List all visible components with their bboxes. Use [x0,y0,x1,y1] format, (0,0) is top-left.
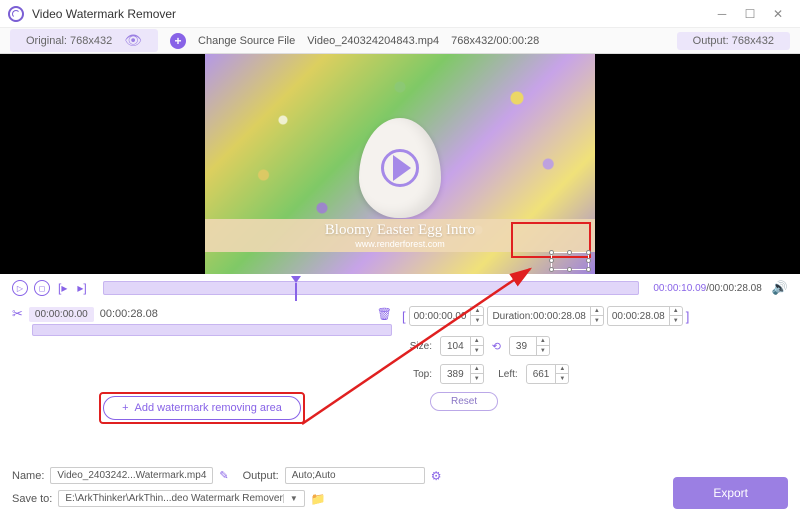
footer-controls: Name: Video_2403242...Watermark.mp4 ✎ Ou… [12,467,788,513]
resize-handle[interactable] [567,267,572,272]
trim-end-input[interactable]: 00:00:28.08 ▲▼ [607,306,683,326]
add-area-label: Add watermark removing area [135,402,282,414]
segment-bar[interactable] [32,324,392,336]
step-up[interactable]: ▲ [670,307,682,316]
app-title: Video Watermark Remover [32,7,176,21]
plus-icon: + [122,402,128,414]
output-settings-icon[interactable]: ⚙ [431,469,442,483]
video-frame: Bloomy Easter Egg Intro www.renderforest… [205,54,595,274]
open-folder-icon[interactable]: 📁 [311,492,326,506]
output-label: Output: [243,470,279,482]
size-label: Size: [402,341,432,352]
stop-button[interactable]: ◻ [34,280,50,296]
add-watermark-area-button[interactable]: + Add watermark removing area [103,396,301,420]
play-button[interactable]: ▷ [12,280,28,296]
resize-handle[interactable] [586,267,591,272]
minimize-button[interactable]: ─ [708,4,736,24]
saveto-label: Save to: [12,493,52,505]
edit-name-icon[interactable]: ✎ [219,469,228,482]
playhead[interactable] [291,276,301,283]
chevron-down-icon[interactable]: ▼ [283,494,298,503]
timeline-track[interactable] [103,281,640,295]
save-path-dropdown[interactable]: E:\ArkThinker\ArkThin...deo Watermark Re… [58,490,304,507]
step-up[interactable]: ▲ [471,307,483,316]
left-label: Left: [492,369,518,380]
trim-start-bracket[interactable]: [ [402,309,406,324]
video-preview[interactable]: Bloomy Easter Egg Intro www.renderforest… [0,54,800,274]
trim-end-bracket[interactable]: ] [686,309,690,324]
width-input[interactable]: 104 ▲▼ [440,336,484,356]
height-input[interactable]: 39 ▲▼ [509,336,550,356]
volume-icon[interactable]: 🔊 [772,280,788,296]
segment-row: ✂ 00:00:00.00 00:00:28.08 🗑 [12,306,392,322]
current-time: 00:00:10.09 [653,283,706,294]
export-button[interactable]: Export [673,477,788,509]
watermark-selection[interactable] [551,252,589,270]
resize-handle[interactable] [549,267,554,272]
maximize-button[interactable]: ☐ [736,4,764,24]
original-resolution-label: Original: 768x432 [26,35,112,47]
output-name-field[interactable]: Video_2403242...Watermark.mp4 [50,467,213,484]
add-source-icon[interactable]: + [170,33,186,49]
reset-button[interactable]: Reset [430,392,498,411]
step-up[interactable]: ▲ [591,307,603,316]
trim-start-input[interactable]: 00:00:00.00 ▲▼ [409,306,485,326]
resize-handle[interactable] [586,250,591,255]
app-logo-icon [8,6,24,22]
delete-segment-button[interactable]: 🗑 [377,307,392,321]
original-badge: Original: 768x432 👁 [10,29,158,52]
file-meta: 768x432/00:00:28 [451,35,539,47]
segment-end-time: 00:00:28.08 [100,308,158,320]
resize-handle[interactable] [549,250,554,255]
close-button[interactable]: ✕ [764,4,792,24]
titlebar: Video Watermark Remover ─ ☐ ✕ [0,0,800,28]
output-resolution-label: Output: 768x432 [677,32,790,50]
change-source-button[interactable]: Change Source File [198,35,295,47]
link-aspect-icon[interactable]: ⟲ [492,340,501,353]
resize-handle[interactable] [567,250,572,255]
prev-frame-button[interactable]: [▸ [56,281,69,295]
preview-toggle-icon[interactable]: 👁 [124,32,142,49]
name-label: Name: [12,470,44,482]
highlight-rect: + Add watermark removing area [99,392,305,424]
step-down[interactable]: ▼ [471,316,483,325]
step-down[interactable]: ▼ [591,316,603,325]
output-format-field[interactable]: Auto;Auto [285,467,425,484]
segment-start-time: 00:00:00.00 [29,307,94,322]
toolbar: Original: 768x432 👁 + Change Source File… [0,28,800,54]
top-input[interactable]: 389 ▲▼ [440,364,484,384]
top-label: Top: [402,369,432,380]
step-down[interactable]: ▼ [670,316,682,325]
next-frame-button[interactable]: ▸] [75,281,88,295]
trim-duration-input[interactable]: Duration:00:00:28.08 ▲▼ [487,306,603,326]
current-filename: Video_240324204843.mp4 [307,35,439,47]
resize-handle[interactable] [586,258,591,263]
total-time: /00:00:28.08 [706,283,762,294]
resize-handle[interactable] [549,258,554,263]
trim-controls: [ 00:00:00.00 ▲▼ Duration:00:00:28.08 ▲▼… [402,306,788,326]
playback-controls: ▷ ◻ [▸ ▸] 00:00:10.09/00:00:28.08 🔊 [0,274,800,302]
left-input[interactable]: 661 ▲▼ [526,364,570,384]
scissors-icon[interactable]: ✂ [12,306,23,322]
